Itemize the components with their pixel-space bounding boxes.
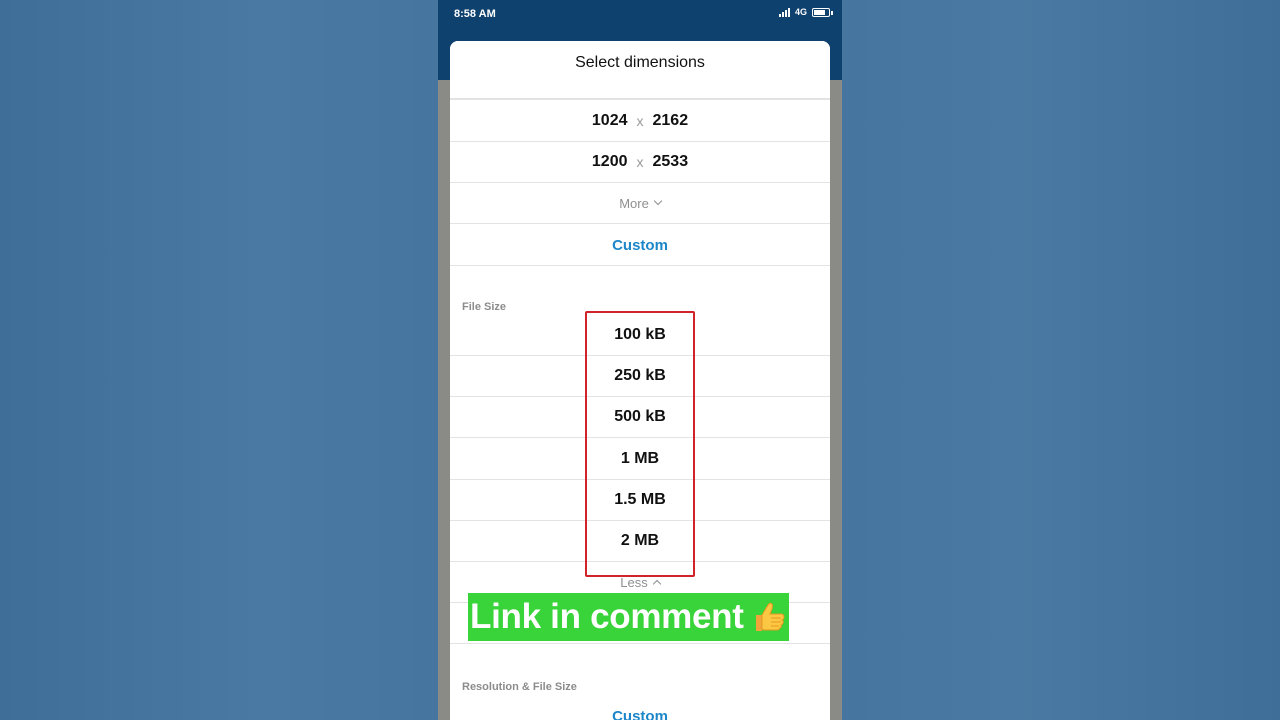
- status-time: 8:58 AM: [454, 8, 496, 20]
- dimension-row[interactable]: 1200 x 2533: [450, 142, 830, 183]
- battery-icon: [812, 7, 833, 17]
- resolution-file-size-section-label: Resolution & File Size: [462, 681, 577, 693]
- dimension-separator: x: [636, 154, 644, 170]
- background-left: [0, 0, 438, 720]
- dimension-height: 2533: [652, 153, 689, 170]
- chevron-down-icon: [653, 196, 663, 206]
- link-in-comment-banner: Link in comment: [468, 593, 789, 641]
- thumbs-up-icon: [752, 599, 788, 635]
- file-size-highlight-box: [585, 311, 695, 577]
- banner-text: Link in comment: [470, 597, 744, 636]
- custom-label: Custom: [612, 236, 668, 254]
- custom-label: Custom: [612, 708, 668, 720]
- custom-dimension-button[interactable]: Custom: [450, 225, 830, 266]
- dimension-height: 2162: [652, 112, 689, 129]
- more-label: More: [619, 195, 649, 211]
- network-type: 4G: [794, 7, 807, 17]
- dimension-width: 1200: [591, 153, 628, 170]
- more-button[interactable]: More: [450, 183, 830, 224]
- signal-icon: [778, 7, 790, 17]
- sheet-title: Select dimensions: [450, 41, 830, 99]
- status-icons: 4G: [778, 7, 833, 17]
- file-size-section-label: File Size: [462, 301, 507, 313]
- dimension-separator: x: [636, 113, 644, 129]
- chevron-up-icon: [652, 579, 661, 589]
- dimension-width: 1024: [591, 112, 628, 129]
- background-right: [842, 0, 1280, 720]
- dimension-row[interactable]: 1024 x 2162: [450, 101, 830, 142]
- custom-resolution-file-size-button[interactable]: Custom: [450, 696, 830, 720]
